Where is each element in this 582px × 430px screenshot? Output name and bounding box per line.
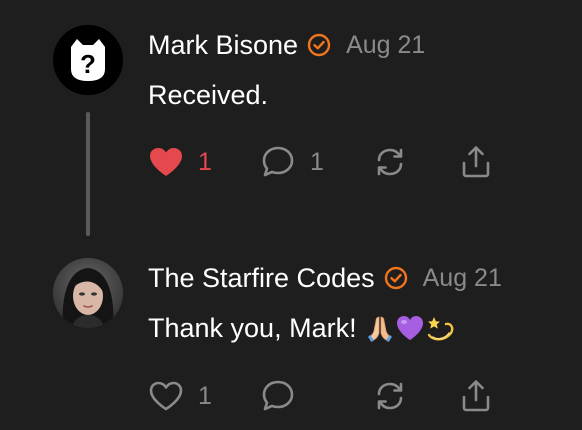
profile-photo	[53, 258, 123, 328]
restack-button[interactable]	[372, 378, 458, 414]
verified-badge-icon	[306, 32, 332, 58]
comment-text-body: Received.	[148, 79, 269, 110]
dizzy-emoji-icon	[427, 317, 453, 341]
share-icon	[462, 146, 490, 178]
comment-bubble-icon	[262, 146, 294, 177]
verified-badge-icon	[383, 265, 409, 291]
comment-text-body: Thank you, Mark!	[148, 312, 357, 343]
comment-text: Thank you, Mark!	[148, 310, 455, 346]
comment-header: The Starfire Codes Aug 21	[148, 260, 502, 296]
comment-bubble-icon	[262, 380, 294, 411]
like-button[interactable]: 1	[148, 380, 260, 412]
share-button[interactable]	[458, 144, 498, 180]
share-icon	[462, 380, 490, 412]
purple-heart-emoji-icon	[396, 316, 423, 340]
avatar-mark-bisone[interactable]: ?	[53, 25, 123, 95]
share-button[interactable]	[458, 378, 498, 414]
restack-button[interactable]	[372, 144, 458, 180]
emoji-group	[365, 313, 455, 343]
avatar-the-starfire-codes[interactable]	[53, 258, 123, 328]
restack-icon	[377, 148, 403, 176]
comment-text: Received.	[148, 78, 268, 112]
cat-question-avatar-icon: ?	[53, 25, 123, 95]
comment-actions: 1	[148, 376, 498, 416]
svg-text:?: ?	[80, 49, 96, 79]
heart-icon	[150, 148, 182, 176]
heart-outline-icon	[149, 381, 183, 411]
author-name[interactable]: Mark Bisone	[148, 30, 298, 61]
author-name[interactable]: The Starfire Codes	[148, 263, 375, 294]
comment-header: Mark Bisone Aug 21	[148, 27, 425, 63]
reply-button[interactable]	[260, 378, 372, 414]
like-button[interactable]: 1	[148, 146, 260, 178]
restack-icon	[377, 382, 403, 410]
thread-line	[86, 112, 90, 236]
comment-date[interactable]: Aug 21	[346, 31, 425, 60]
reply-button[interactable]: 1	[260, 144, 372, 180]
like-count: 1	[198, 147, 212, 176]
comment-actions: 1 1	[148, 142, 498, 182]
comment-date[interactable]: Aug 21	[423, 264, 502, 293]
like-count: 1	[198, 381, 212, 410]
reply-count: 1	[310, 147, 324, 176]
folded-hands-emoji-icon	[367, 316, 392, 342]
